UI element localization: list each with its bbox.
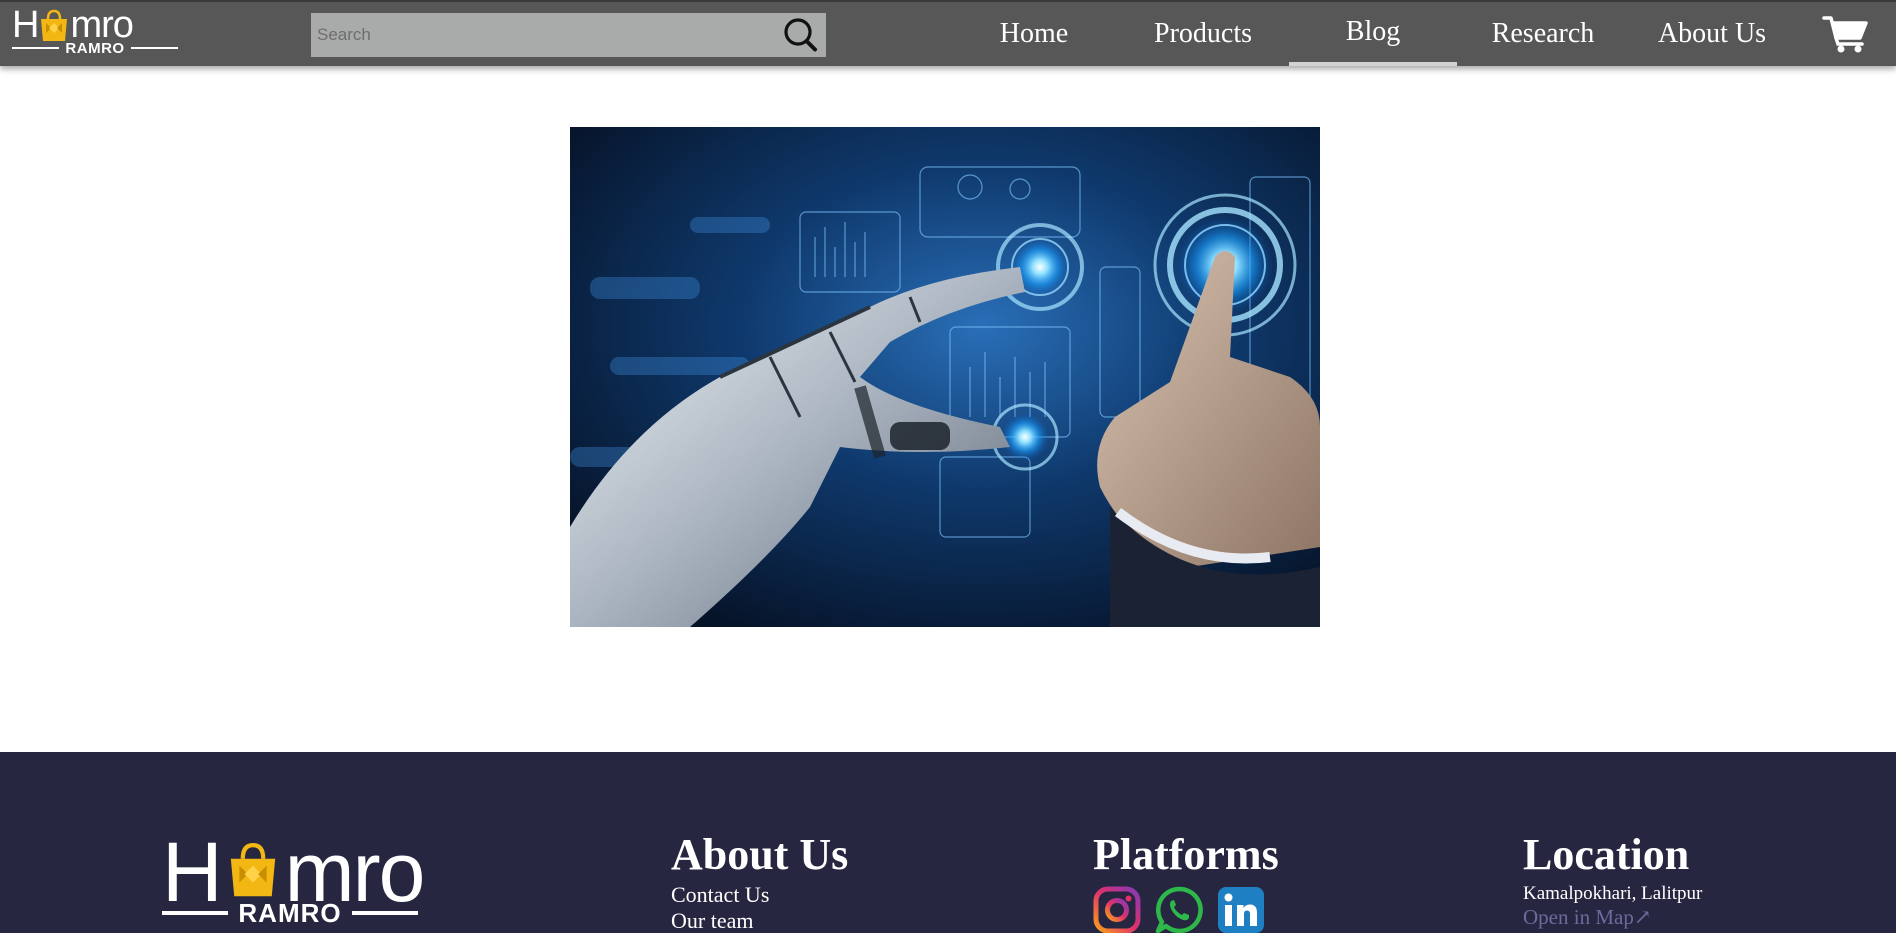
footer-about-heading: About Us: [671, 830, 849, 879]
footer-location-heading: Location: [1523, 830, 1690, 879]
footer-about-column: About Us Contact Us Our team: [671, 828, 848, 933]
hero-image: [570, 127, 1320, 627]
social-links: [1093, 886, 1279, 933]
nav-research[interactable]: Research: [1484, 2, 1602, 66]
open-in-map-link[interactable]: Open in Map↗: [1523, 905, 1651, 929]
contact-us-link[interactable]: Contact Us: [671, 882, 848, 908]
logo-rule: [130, 47, 179, 49]
search-button[interactable]: [774, 13, 826, 57]
logo-wordmark: H mro: [12, 4, 134, 46]
top-navbar: H mro RAMRO Home Products Blog Resear: [0, 0, 1896, 66]
logo-subline: RAMRO: [162, 898, 418, 928]
search-input[interactable]: [311, 13, 774, 57]
logo-subline: RAMRO: [12, 39, 179, 57]
whatsapp-icon[interactable]: [1155, 886, 1203, 933]
footer-location-column: Location Kamalpokhari, Lalitpur Open in …: [1523, 828, 1702, 929]
nav-about-us[interactable]: About Us: [1652, 2, 1772, 66]
search-bar: [311, 13, 826, 57]
shopping-bag-icon: [230, 842, 275, 897]
footer-brand-logo[interactable]: H mro RAMRO: [162, 830, 425, 928]
logo-rule: [162, 911, 229, 915]
our-team-link[interactable]: Our team: [671, 908, 848, 933]
footer: H mro RAMRO About Us Contact Us Our team…: [0, 752, 1896, 933]
footer-platforms-heading: Platforms: [1093, 830, 1279, 879]
cart-icon[interactable]: [1822, 14, 1870, 54]
logo-rule: [12, 47, 60, 49]
brand-logo[interactable]: H mro RAMRO: [12, 4, 179, 57]
robot-hand-touching-human-hand-image: [570, 127, 1320, 627]
address-text: Kamalpokhari, Lalitpur: [1523, 883, 1703, 904]
search-icon: [784, 18, 817, 52]
nav-blog[interactable]: Blog: [1289, 2, 1457, 66]
instagram-icon[interactable]: [1093, 886, 1141, 933]
logo-subtitle: RAMRO: [65, 39, 125, 57]
linkedin-icon[interactable]: [1217, 886, 1265, 933]
logo-rule: [351, 911, 418, 915]
nav-products[interactable]: Products: [1139, 2, 1267, 66]
logo-subtitle: RAMRO: [238, 897, 342, 928]
shopping-bag-icon: [41, 9, 68, 41]
main-nav: Home Products Blog Research About Us: [0, 2, 1896, 66]
nav-home[interactable]: Home: [986, 2, 1082, 66]
footer-platforms-column: Platforms: [1093, 828, 1279, 933]
logo-letter-h: H: [12, 4, 39, 46]
logo-letters-mro: mro: [70, 4, 133, 46]
